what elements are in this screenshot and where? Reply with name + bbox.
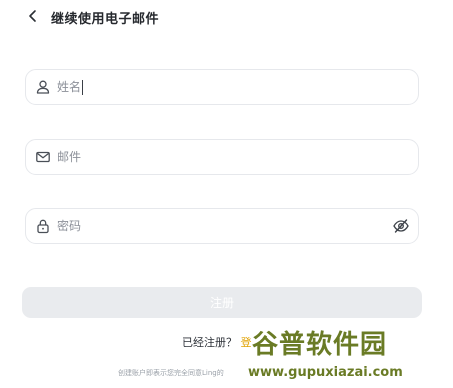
name-input[interactable]: [57, 77, 418, 97]
name-field[interactable]: [25, 69, 419, 105]
password-field[interactable]: [25, 208, 419, 244]
text-cursor: [82, 80, 83, 95]
page-title: 继续使用电子邮件: [51, 12, 160, 27]
email-input[interactable]: [57, 147, 418, 167]
login-prompt: 已经注册？ 登: [182, 334, 252, 350]
eye-off-icon[interactable]: [392, 217, 410, 235]
user-icon: [36, 80, 50, 94]
lock-icon: [37, 219, 49, 234]
password-input[interactable]: [57, 216, 392, 236]
login-prompt-text: 已经注册？: [182, 336, 237, 349]
back-arrow-icon[interactable]: [26, 9, 40, 23]
watermark-logo: 谷普软件园 www.gupuxiazai.com: [246, 318, 453, 388]
register-button[interactable]: 注册: [22, 287, 422, 318]
watermark-name: 谷普软件园: [252, 330, 388, 360]
watermark-url: www.gupuxiazai.com: [248, 365, 403, 380]
terms-text: 创建账户即表示您完全同意Ling的: [118, 369, 224, 377]
mail-icon: [36, 151, 50, 163]
header: 继续使用电子邮件: [0, 0, 453, 34]
email-field[interactable]: [25, 139, 419, 175]
